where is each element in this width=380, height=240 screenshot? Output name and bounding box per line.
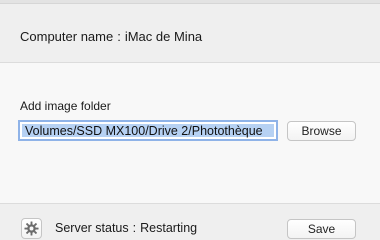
server-status-bar: Server status: Restarting Save	[0, 204, 380, 240]
gear-icon	[24, 221, 39, 236]
computer-name-text: Computer name: iMac de Mina	[20, 29, 202, 44]
computer-name-separator: :	[117, 29, 121, 44]
server-status-value: Restarting	[140, 221, 198, 235]
browse-button[interactable]: Browse	[287, 121, 356, 141]
server-status-separator: :	[132, 221, 137, 235]
computer-name-value: iMac de Mina	[124, 29, 203, 44]
server-status-text: Server status: Restarting	[55, 221, 197, 235]
server-settings-window: Computer name: iMac de Mina Add image fol…	[0, 0, 380, 240]
save-button[interactable]: Save	[287, 219, 356, 239]
server-status-label: Server status	[55, 221, 129, 235]
computer-name-section: Computer name: iMac de Mina	[0, 4, 380, 63]
image-folder-section: Add image folder Volumes/SSD MX100/Drive…	[0, 63, 380, 204]
settings-button[interactable]	[21, 218, 42, 239]
computer-name-label: Computer name	[20, 29, 114, 44]
image-folder-path-value: Volumes/SSD MX100/Drive 2/Photothèque	[25, 124, 263, 138]
image-folder-path-field[interactable]: Volumes/SSD MX100/Drive 2/Photothèque	[18, 120, 278, 141]
image-folder-label: Add image folder	[20, 99, 111, 113]
